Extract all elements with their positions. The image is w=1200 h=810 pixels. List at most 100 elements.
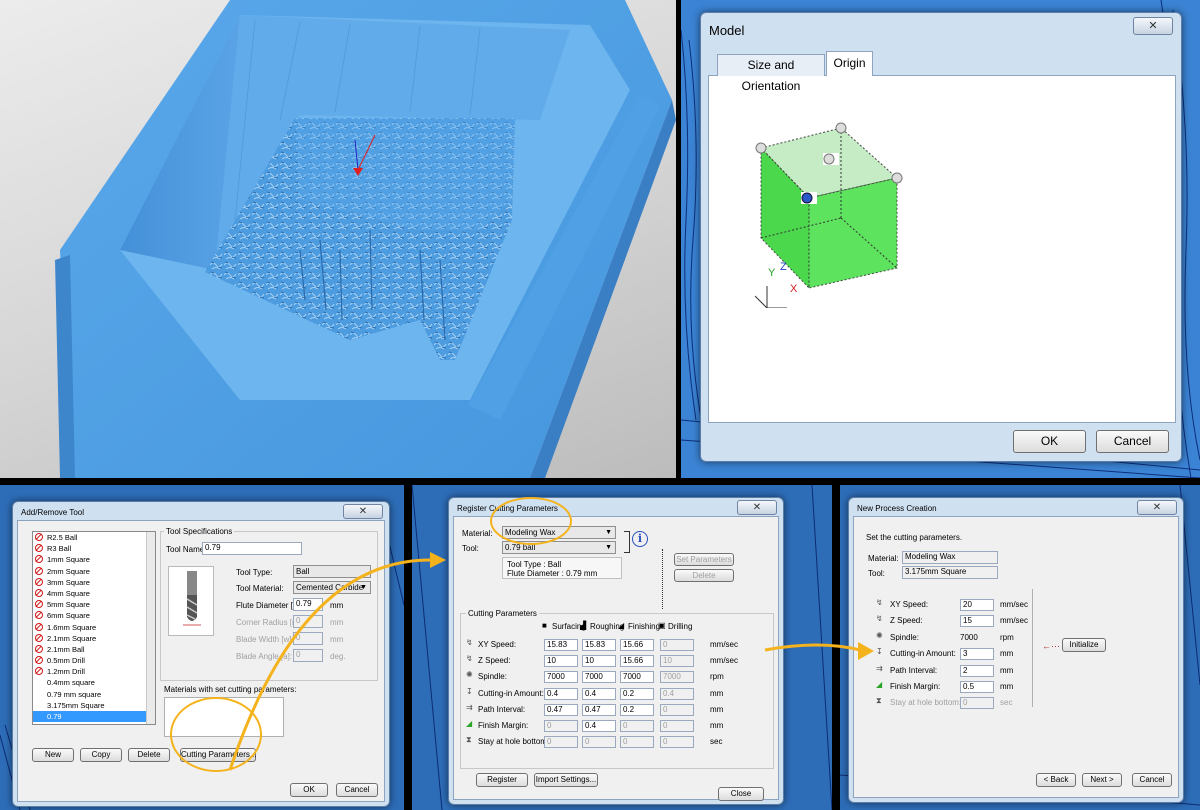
parameter-input[interactable]: 2 <box>960 664 994 677</box>
tab-origin[interactable]: Origin <box>826 51 873 76</box>
chevron-down-icon: ▼ <box>360 584 367 591</box>
parameter-input[interactable]: 10 <box>582 655 616 668</box>
list-item[interactable]: 0.5mm Drill <box>33 655 155 666</box>
list-item[interactable]: 2mm Square <box>33 566 155 577</box>
unit-label: rpm <box>710 672 724 682</box>
unit-label: sec <box>1000 698 1013 708</box>
new-button[interactable]: New <box>32 748 74 762</box>
parameter-label: Cutting-in Amount: <box>890 649 956 659</box>
list-item[interactable]: 5mm Square <box>33 599 155 610</box>
parameter-label: XY Speed: <box>478 640 517 649</box>
cancel-button[interactable]: Cancel <box>336 783 378 797</box>
highlight-circle <box>490 497 572 545</box>
parameter-input[interactable]: 0.47 <box>582 703 616 716</box>
parameter-input[interactable]: 7000 <box>620 671 654 684</box>
list-item[interactable]: 3mm Square <box>33 577 155 588</box>
list-item-label: 1.6mm Square <box>47 622 97 632</box>
column-icon: ◢ <box>618 621 625 630</box>
parameter-input[interactable]: 15.83 <box>582 639 616 651</box>
initialize-button[interactable]: Initialize <box>1062 638 1106 652</box>
parameter-input[interactable]: 7000 <box>544 671 578 684</box>
delete-button[interactable]: Delete <box>674 569 734 582</box>
set-parameters-button[interactable]: Set Parameters <box>674 553 734 566</box>
list-item[interactable]: 4mm Square <box>33 588 155 599</box>
tool-type-value: Ball <box>296 567 310 576</box>
unit-deg: deg. <box>330 652 346 661</box>
parameter-input[interactable]: 7000 <box>582 671 616 684</box>
import-settings-button[interactable]: Import Settings... <box>534 773 598 787</box>
tool-image <box>168 566 214 636</box>
list-item[interactable]: R2.5 Ball <box>33 532 155 543</box>
close-icon[interactable]: ✕ <box>737 500 777 515</box>
next-button[interactable]: Next > <box>1082 773 1122 787</box>
parameter-input[interactable]: 0.4 <box>544 687 578 700</box>
list-item[interactable]: 1.2mm Drill <box>33 666 155 677</box>
list-item-label: 6mm Square <box>47 611 90 621</box>
register-button[interactable]: Register <box>476 773 528 787</box>
list-item[interactable]: R3 Ball <box>33 543 155 554</box>
list-item[interactable]: 6mm Square <box>33 610 155 621</box>
delete-button[interactable]: Delete <box>128 748 170 762</box>
list-item[interactable]: 3.175mm Square <box>33 700 155 711</box>
list-item[interactable]: 1mm Square <box>33 554 155 565</box>
model-dialog: Model ✕ Size and Orientation Origin Y Z … <box>700 12 1182 462</box>
parameter-input[interactable]: 15.66 <box>620 639 654 651</box>
parameter-input[interactable]: 0.2 <box>620 687 654 700</box>
parameter-input[interactable]: 0.2 <box>620 703 654 716</box>
end-mill-icon <box>183 571 201 626</box>
copy-button[interactable]: Copy <box>80 748 122 762</box>
parameter-input[interactable]: 10 <box>544 655 578 668</box>
parameter-input[interactable]: 0.4 <box>582 720 616 732</box>
close-button[interactable]: Close <box>718 787 764 801</box>
parameter-icon: ⧗ <box>466 735 472 745</box>
cancel-button[interactable]: Cancel <box>1096 430 1169 453</box>
blade-width-input: 0 <box>293 632 323 645</box>
list-item[interactable]: 1.6mm Square <box>33 622 155 633</box>
tool-type-select[interactable]: Ball <box>293 565 371 578</box>
cancel-button[interactable]: Cancel <box>1132 773 1172 787</box>
parameter-input: 0 <box>544 720 578 732</box>
close-icon[interactable]: ✕ <box>1133 17 1173 35</box>
list-item[interactable]: 2.1mm Square <box>33 633 155 644</box>
register-cutting-dialog: Register Cutting Parameters ✕ Material: … <box>448 497 784 805</box>
list-item[interactable]: 0.79 mm square <box>33 689 155 700</box>
parameter-input[interactable]: 0.47 <box>544 703 578 716</box>
materials-label: Materials with set cutting parameters: <box>164 685 297 694</box>
tool-list-scrollbar[interactable] <box>146 532 155 724</box>
list-item-label: 3.175mm Square <box>47 700 105 710</box>
parameter-input[interactable]: 0.5 <box>960 681 994 693</box>
new-process-title: New Process Creation <box>857 504 937 513</box>
parameter-input[interactable]: 3 <box>960 648 994 661</box>
tool-specifications-label: Tool Specifications <box>164 527 235 536</box>
cutting-parameters-label: Cutting Parameters <box>466 609 539 618</box>
parameter-input[interactable]: 15 <box>960 615 994 628</box>
close-icon[interactable]: ✕ <box>1137 500 1177 515</box>
tool-material-select[interactable]: Cemented Carbide ▼ <box>293 581 371 594</box>
tool-material-value: Cemented Carbide <box>296 583 364 592</box>
parameter-input: 0.4 <box>660 687 694 700</box>
axis-label-z: Z <box>780 261 787 273</box>
parameter-input[interactable]: 15.66 <box>620 655 654 668</box>
close-icon[interactable]: ✕ <box>343 504 383 519</box>
parameter-input[interactable]: 20 <box>960 599 994 611</box>
parameter-input[interactable]: 15.83 <box>544 639 578 651</box>
list-item[interactable]: 2.1mm Ball <box>33 644 155 655</box>
parameter-label: Z Speed: <box>478 656 511 666</box>
disabled-icon <box>35 555 43 564</box>
chevron-down-icon: ▼ <box>605 544 612 551</box>
parameter-icon: ↧ <box>876 647 883 657</box>
parameter-input[interactable]: 0.4 <box>582 687 616 700</box>
tool-name-input[interactable]: 0.79 <box>202 542 302 555</box>
info-icon[interactable]: i <box>632 531 648 547</box>
tool-list[interactable]: R2.5 Ball R3 Ball 1mm Square 2mm Square 3mm … <box>32 531 156 725</box>
corner-radius-input: 0 <box>293 615 323 628</box>
ok-button[interactable]: OK <box>1013 430 1086 453</box>
ok-button[interactable]: OK <box>290 783 328 797</box>
list-item[interactable]: 0.79 <box>33 711 155 723</box>
parameter-label: Spindle: <box>890 632 919 642</box>
back-button[interactable]: < Back <box>1036 773 1076 787</box>
list-item[interactable]: 0.4mm square <box>33 677 155 688</box>
tab-size-and-orientation[interactable]: Size and Orientation <box>717 54 825 93</box>
list-item-label: R3 Ball <box>47 544 72 554</box>
flute-diameter-input[interactable]: 0.79 <box>293 598 323 611</box>
